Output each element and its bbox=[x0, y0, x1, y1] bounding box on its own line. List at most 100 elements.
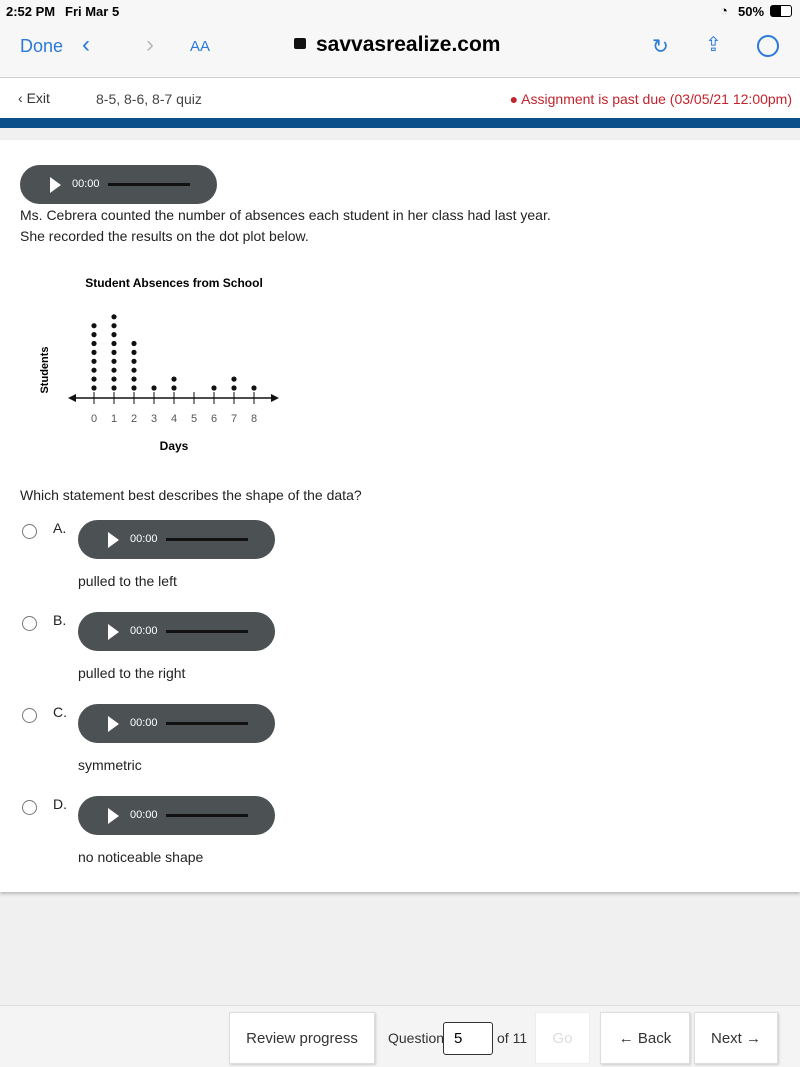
data-dot bbox=[111, 349, 117, 355]
arrow-right-icon: → bbox=[746, 1029, 761, 1047]
compass-icon[interactable] bbox=[757, 35, 779, 57]
past-due-text: Assignment is past due (03/05/21 12:00pm… bbox=[521, 91, 792, 107]
audio-progress-bar[interactable] bbox=[166, 538, 248, 541]
data-dot bbox=[171, 376, 177, 382]
back-chevron-icon[interactable]: ‹ bbox=[82, 31, 90, 59]
review-progress-button[interactable]: Review progress bbox=[229, 1012, 375, 1064]
share-icon[interactable]: ⇪ bbox=[705, 32, 722, 57]
radio-button[interactable] bbox=[22, 524, 37, 539]
answer-option[interactable]: D. 00:00 no noticeable shape bbox=[0, 796, 800, 876]
x-tick-label: 6 bbox=[211, 413, 217, 425]
audio-progress-bar[interactable] bbox=[166, 630, 248, 633]
x-tick-label: 7 bbox=[231, 413, 237, 425]
dot-plot: Student Absences from School Students Da… bbox=[39, 276, 279, 453]
option-audio-player[interactable]: 00:00 bbox=[78, 796, 275, 835]
data-dot bbox=[111, 340, 117, 347]
forward-chevron-icon[interactable]: › bbox=[146, 31, 154, 59]
audio-progress-bar[interactable] bbox=[166, 722, 248, 725]
x-tick-label: 3 bbox=[151, 413, 157, 425]
audio-time: 00:00 bbox=[130, 809, 158, 821]
axis-arrow-left bbox=[68, 394, 76, 402]
answer-option[interactable]: A. 00:00 pulled to the left bbox=[0, 520, 800, 600]
data-dot bbox=[111, 367, 117, 373]
data-dot bbox=[131, 340, 137, 347]
wifi-icon: ◔ bbox=[720, 3, 728, 18]
audio-time: 00:00 bbox=[130, 717, 158, 729]
data-dot bbox=[111, 376, 117, 382]
chart-title: Student Absences from School bbox=[85, 276, 263, 290]
arrow-left-icon: ← bbox=[618, 1029, 634, 1047]
alert-icon: ● bbox=[509, 91, 519, 107]
next-button[interactable]: Next → bbox=[694, 1012, 778, 1064]
x-axis-label: Days bbox=[160, 439, 189, 453]
question-number-input[interactable] bbox=[443, 1022, 493, 1055]
lock-icon bbox=[294, 38, 306, 49]
question-card: 00:00 Ms. Cebrera counted the number of … bbox=[0, 140, 800, 892]
play-icon[interactable] bbox=[108, 716, 119, 732]
question-label: Question bbox=[388, 1030, 445, 1046]
x-tick-label: 5 bbox=[191, 413, 197, 425]
data-dot bbox=[111, 332, 117, 338]
x-tick-label: 0 bbox=[91, 413, 97, 425]
audio-progress-bar[interactable] bbox=[108, 183, 190, 186]
data-dot bbox=[131, 349, 137, 355]
text-size-button[interactable]: AA bbox=[190, 38, 210, 55]
question-text-2: She recorded the results on the dot plot… bbox=[20, 228, 309, 244]
radio-button[interactable] bbox=[22, 800, 37, 815]
data-dot bbox=[231, 385, 237, 391]
status-time: 2:52 PM bbox=[6, 4, 56, 19]
option-letter: C. bbox=[53, 704, 67, 720]
option-audio-player[interactable]: 00:00 bbox=[78, 704, 275, 743]
option-audio-player[interactable]: 00:00 bbox=[78, 520, 275, 559]
data-dot bbox=[131, 358, 137, 364]
question-text-1: Ms. Cebrera counted the number of absenc… bbox=[20, 207, 551, 223]
x-tick-label: 8 bbox=[251, 413, 257, 425]
play-icon[interactable] bbox=[108, 808, 119, 824]
play-icon[interactable] bbox=[108, 624, 119, 640]
battery-level: 50% bbox=[738, 4, 765, 19]
data-dot bbox=[251, 385, 257, 391]
audio-progress-bar[interactable] bbox=[166, 814, 248, 817]
data-dot bbox=[91, 332, 97, 338]
x-tick-label: 4 bbox=[171, 413, 177, 425]
battery-icon bbox=[770, 5, 792, 17]
audio-time: 00:00 bbox=[130, 625, 158, 637]
app-header: ‹ Exit 8-5, 8-6, 8-7 quiz ● Assignment i… bbox=[0, 78, 800, 118]
data-dot bbox=[111, 358, 117, 364]
exit-label: Exit bbox=[26, 90, 50, 106]
question-audio-player[interactable]: 00:00 bbox=[20, 165, 217, 204]
data-dot bbox=[131, 367, 137, 373]
browser-toolbar: Done ‹ › AA savvasrealize.com ↻ ⇪ bbox=[0, 22, 800, 78]
play-icon[interactable] bbox=[50, 177, 61, 193]
option-audio-player[interactable]: 00:00 bbox=[78, 612, 275, 651]
status-date: Fri Mar 5 bbox=[65, 4, 120, 19]
next-label: Next bbox=[710, 1029, 742, 1047]
data-dot bbox=[91, 340, 97, 347]
question-total: of 11 bbox=[497, 1030, 528, 1046]
data-dot bbox=[91, 376, 97, 382]
answer-option[interactable]: B. 00:00 pulled to the right bbox=[0, 612, 800, 692]
data-dot bbox=[111, 314, 117, 320]
exit-link[interactable]: ‹ Exit bbox=[18, 90, 50, 106]
data-dot bbox=[91, 349, 97, 355]
quiz-title: 8-5, 8-6, 8-7 quiz bbox=[96, 91, 202, 107]
x-tick-label: 2 bbox=[131, 413, 137, 425]
data-dot bbox=[91, 385, 97, 391]
radio-button[interactable] bbox=[22, 708, 37, 723]
back-button[interactable]: ← Back bbox=[600, 1012, 690, 1064]
status-bar: 2:52 PM Fri Mar 5 ◔ 50% bbox=[0, 0, 800, 22]
y-axis-label: Students bbox=[39, 346, 51, 393]
past-due-notice: ● Assignment is past due (03/05/21 12:00… bbox=[510, 91, 792, 107]
reload-icon[interactable]: ↻ bbox=[652, 34, 669, 59]
done-button[interactable]: Done bbox=[20, 36, 63, 57]
go-button[interactable]: Go bbox=[535, 1012, 590, 1064]
footer-nav: Review progress Question of 11 Go ← Back… bbox=[0, 1005, 800, 1067]
answer-option[interactable]: C. 00:00 symmetric bbox=[0, 704, 800, 784]
radio-button[interactable] bbox=[22, 616, 37, 631]
data-dot bbox=[131, 376, 137, 382]
option-text: no noticeable shape bbox=[78, 849, 204, 865]
option-text: pulled to the right bbox=[78, 665, 186, 681]
play-icon[interactable] bbox=[108, 532, 119, 548]
url-field[interactable]: savvasrealize.com bbox=[316, 33, 500, 57]
data-dot bbox=[111, 323, 117, 329]
